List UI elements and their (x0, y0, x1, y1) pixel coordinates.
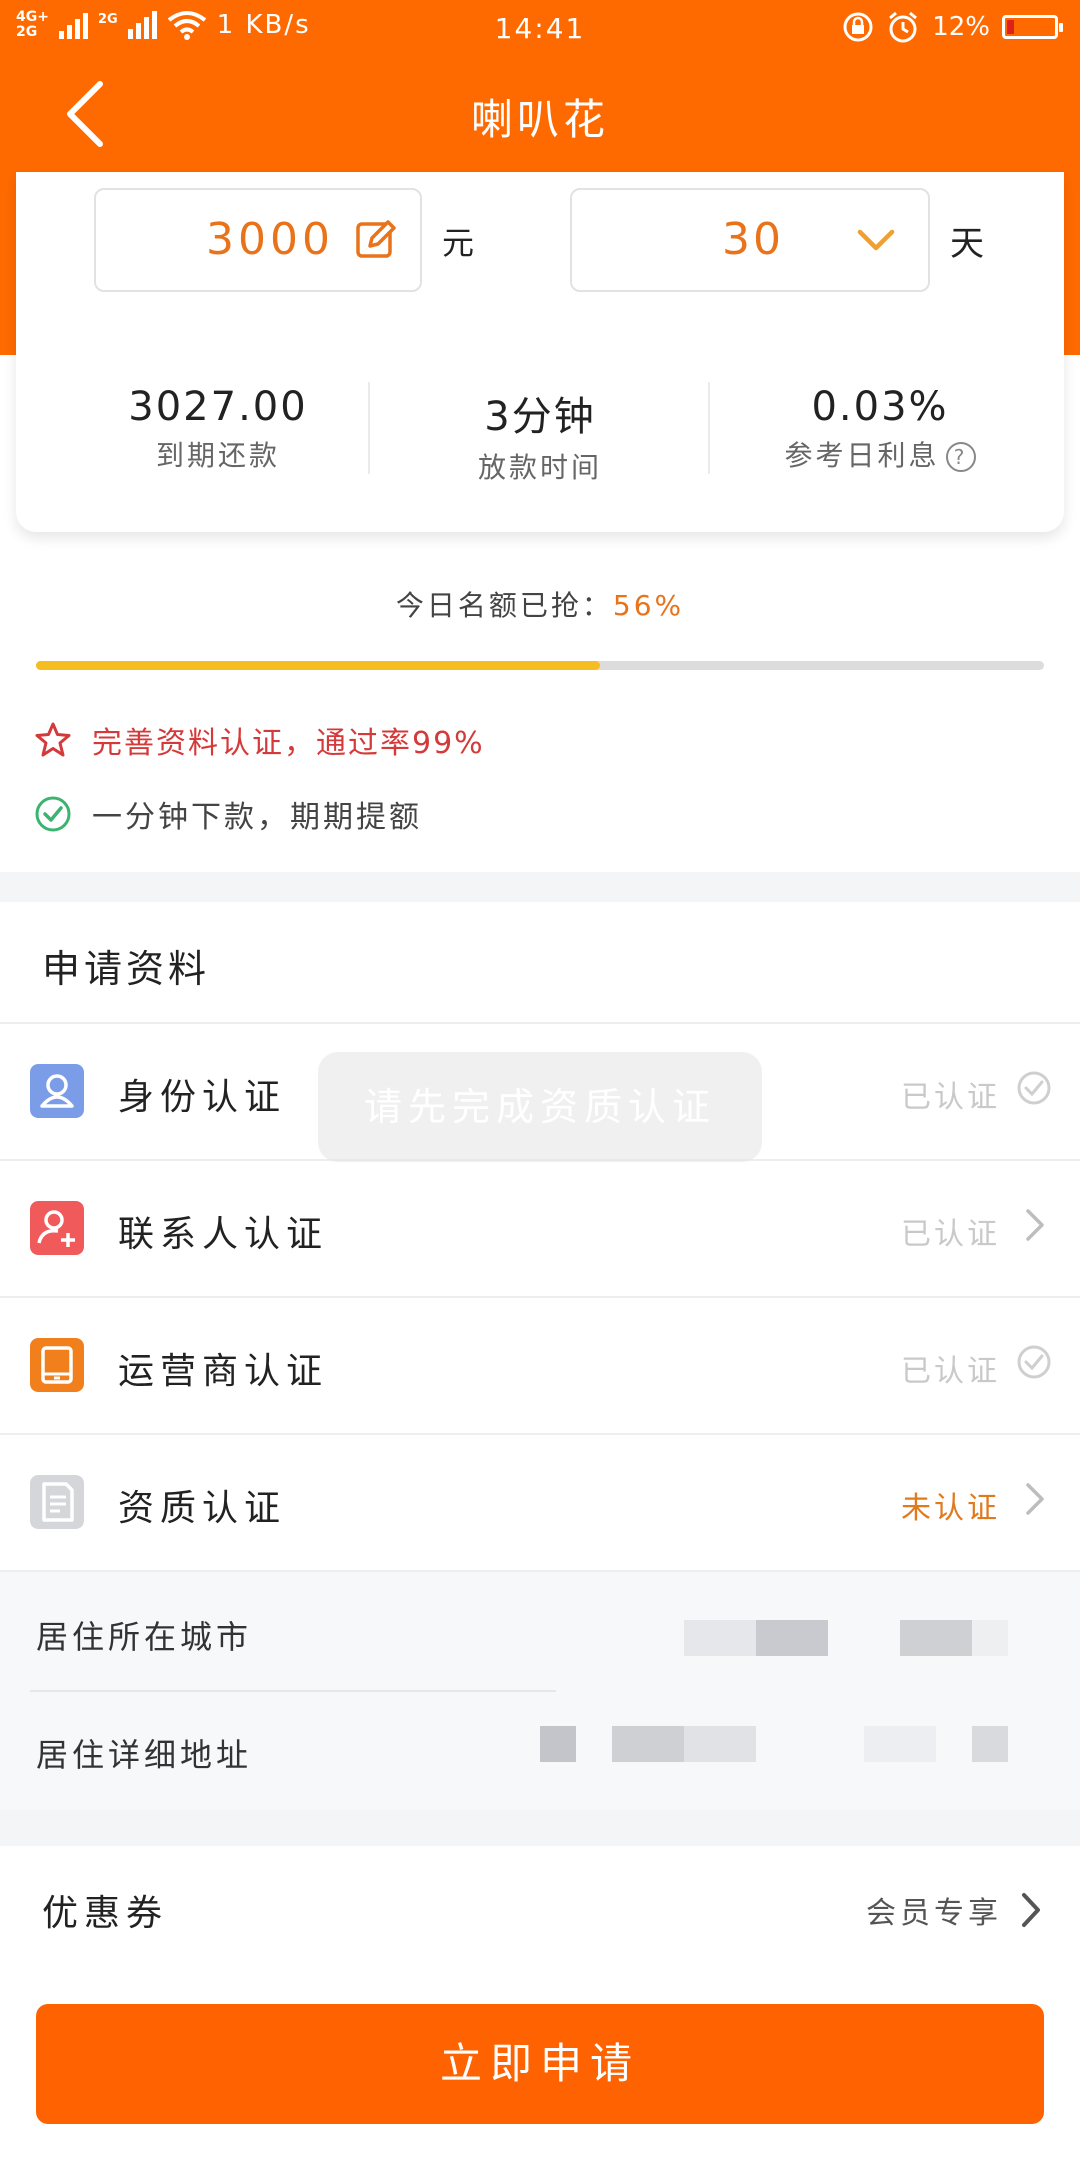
stat-repayment: 3027.00 到期还款 (48, 384, 388, 474)
section-gap (0, 1810, 1080, 1846)
id-user-icon (30, 1064, 84, 1118)
term-value: 30 (722, 214, 784, 265)
row-status: 已认证 (901, 1354, 1000, 1389)
section-title: 申请资料 (42, 947, 211, 991)
quota-percent: 56% (612, 589, 685, 622)
chevron-right-icon (1022, 1893, 1040, 1927)
city-value-redacted (900, 1620, 972, 1656)
toast-message: 请先完成资质认证 (318, 1052, 762, 1162)
city-label: 居住所在城市 (36, 1618, 253, 1656)
city-value-redacted (756, 1620, 828, 1656)
address-value-redacted (612, 1726, 684, 1762)
loan-card: 3000 元 30 天 3027.00 到期还款 3分钟 放款时间 0.03% … (16, 172, 1064, 532)
tip-fast-loan-text: 一分钟下款，期期提额 (92, 800, 422, 835)
term-unit: 天 (950, 224, 984, 264)
row-label: 联系人认证 (118, 1214, 329, 1255)
status-right: 12% (842, 10, 1063, 44)
page-title: 喇叭花 (470, 95, 609, 144)
chevron-right-icon (1026, 1483, 1044, 1515)
check-circle-icon (35, 796, 71, 832)
coupon-value: 会员专享 (866, 1896, 1002, 1931)
city-value-redacted (684, 1620, 756, 1656)
battery-percent: 12% (932, 12, 990, 42)
coupon-label: 优惠券 (42, 1893, 169, 1934)
document-icon (30, 1475, 84, 1529)
row-label: 资质认证 (118, 1488, 287, 1529)
row-status: 已认证 (901, 1080, 1000, 1115)
repayment-label: 到期还款 (155, 439, 280, 472)
status-bar: 4G+ 2G 2G 1 KB/s 14:41 12% (0, 0, 1080, 56)
help-icon[interactable]: ? (945, 442, 976, 472)
address-top-border (0, 1570, 1080, 1572)
address-divider (30, 1690, 556, 1692)
disbursement-label: 放款时间 (477, 451, 602, 484)
chevron-right-icon (1026, 1209, 1044, 1241)
battery-icon (1002, 15, 1063, 39)
address-label: 居住详细地址 (36, 1736, 253, 1774)
row-contact-verification[interactable]: 联系人认证 已认证 (0, 1159, 1080, 1295)
check-circle-icon (1017, 1345, 1051, 1379)
daily-interest: 0.03% (811, 384, 949, 430)
amount-value: 3000 (206, 214, 334, 265)
repayment-amount: 3027.00 (128, 384, 308, 430)
quota-label: 今日名额已抢： (395, 589, 613, 622)
tablet-icon (30, 1338, 84, 1392)
tip-fast-loan: 一分钟下款，期期提额 (34, 792, 422, 836)
contact-add-icon (30, 1201, 84, 1255)
city-value-redacted (972, 1620, 1008, 1656)
row-label: 身份认证 (118, 1077, 287, 1118)
amount-unit: 元 (442, 224, 475, 262)
chevron-down-icon (857, 229, 895, 251)
quota-progress-fill (36, 661, 601, 670)
row-carrier-verification[interactable]: 运营商认证 已认证 (0, 1296, 1080, 1432)
tip-pass-rate-text: 完善资料认证，通过率99% (92, 726, 485, 761)
stat-interest: 0.03% 参考日利息? (710, 384, 1050, 474)
quota-text: 今日名额已抢：56% (0, 584, 1080, 624)
term-select[interactable]: 30 (570, 188, 930, 292)
amount-input[interactable]: 3000 (94, 188, 422, 292)
tip-pass-rate: 完善资料认证，通过率99% (34, 718, 485, 762)
row-qualification-verification[interactable]: 资质认证 未认证 (0, 1433, 1080, 1569)
disbursement-time: 3分钟 (484, 394, 596, 440)
interest-label-row: 参考日利息? (710, 434, 1050, 474)
row-status: 已认证 (901, 1217, 1000, 1252)
address-value-redacted (540, 1726, 576, 1762)
lock-rotation-icon (843, 12, 873, 42)
interest-label: 参考日利息 (784, 439, 940, 472)
address-value-redacted (864, 1726, 936, 1762)
address-value-redacted (684, 1726, 756, 1762)
star-icon (35, 722, 71, 757)
quota-progress-bar (36, 661, 1044, 670)
check-circle-icon (1017, 1071, 1051, 1105)
row-status: 未认证 (901, 1491, 1000, 1526)
alarm-icon (889, 11, 918, 43)
edit-icon[interactable] (354, 216, 398, 260)
stat-disbursement: 3分钟 放款时间 (370, 384, 710, 486)
row-label: 运营商认证 (118, 1351, 329, 1392)
apply-now-button[interactable]: 立即申请 (36, 2004, 1044, 2124)
coupon-value-group[interactable]: 会员专享 (866, 1888, 1046, 1932)
section-gap (0, 872, 1080, 902)
address-value-redacted (972, 1726, 1008, 1762)
